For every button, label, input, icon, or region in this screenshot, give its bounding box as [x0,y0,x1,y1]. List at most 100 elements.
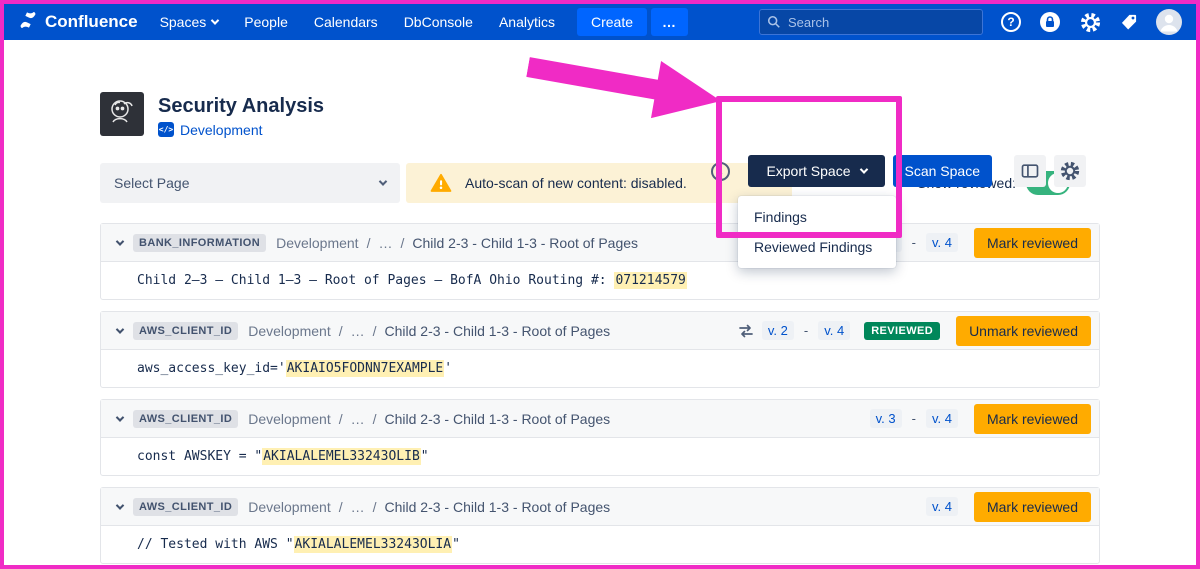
breadcrumb: Development / … / Child 2-3 - Child 1-3 … [248,323,610,339]
space-avatar [100,92,144,141]
version-link-from[interactable]: v. 2 [762,321,794,340]
breadcrumb: Development / … / Child 2-3 - Child 1-3 … [276,235,638,251]
nav-item-spaces[interactable]: Spaces [160,14,219,30]
breadcrumb-page-link[interactable]: Child 2-3 - Child 1-3 - Root of Pages [412,235,638,251]
breadcrumb-space-link[interactable]: Development [276,235,359,251]
code-glyph: </> [159,125,173,134]
breadcrumb-separator: / [367,235,371,251]
info-icon[interactable]: i [711,162,730,181]
page-header: Security Analysis </> Development [100,91,1100,141]
breadcrumb-separator: / [339,323,343,339]
main-content: Security Analysis </> Development i Expo… [4,91,1196,564]
chevron-down-icon [211,16,219,24]
menu-item-reviewed-findings[interactable]: Reviewed Findings [738,232,896,262]
breadcrumb-ellipsis[interactable]: … [351,323,365,339]
breadcrumb-separator: / [400,235,404,251]
sidebar-layout-button[interactable] [1014,155,1046,187]
version-separator: - [804,323,808,338]
mark-reviewed-button[interactable]: Mark reviewed [974,404,1091,434]
space-link[interactable]: Development [180,122,263,138]
version-separator: - [912,235,916,250]
breadcrumb-separator: / [339,411,343,427]
chevron-down-icon[interactable] [116,325,124,333]
confluence-logo[interactable]: Confluence [18,10,138,35]
export-dropdown-menu: Findings Reviewed Findings [738,196,896,268]
space-settings-button[interactable] [1054,155,1086,187]
nav-item-dbconsole[interactable]: DbConsole [404,14,473,30]
version-link-to[interactable]: v. 4 [818,321,850,340]
gear-icon[interactable] [1079,11,1102,34]
breadcrumb-page-link[interactable]: Child 2-3 - Child 1-3 - Root of Pages [385,499,611,515]
breadcrumb-space-link[interactable]: Development [248,411,331,427]
chevron-down-icon[interactable] [116,413,124,421]
breadcrumb-page-link[interactable]: Child 2-3 - Child 1-3 - Root of Pages [385,323,611,339]
export-space-button[interactable]: Export Space [748,155,884,187]
breadcrumb-separator: / [373,323,377,339]
chevron-down-icon[interactable] [116,501,124,509]
version-separator: - [912,411,916,426]
mark-reviewed-button[interactable]: Mark reviewed [974,492,1091,522]
scan-space-button[interactable]: Scan Space [893,155,993,187]
version-link-to[interactable]: v. 4 [926,233,958,252]
nav-item-label: Analytics [499,14,555,30]
finding-card: AWS_CLIENT_ID Development / … / Child 2-… [100,311,1100,388]
findings-list: BANK_INFORMATION Development / … / Child… [100,223,1100,564]
finding-code: Child 2–3 – Child 1–3 – Root of Pages – … [101,262,1099,299]
chevron-down-icon[interactable] [116,237,124,245]
breadcrumb-ellipsis[interactable]: … [351,499,365,515]
unmark-reviewed-button[interactable]: Unmark reviewed [956,316,1091,346]
search-icon [767,15,781,29]
lock-icon[interactable] [1038,10,1062,34]
breadcrumb-space-link[interactable]: Development [248,499,331,515]
more-button[interactable]: … [651,8,688,36]
breadcrumb-page-link[interactable]: Child 2-3 - Child 1-3 - Root of Pages [385,411,611,427]
export-space-label: Export Space [766,163,850,179]
warning-icon [430,173,452,193]
version-link-from[interactable]: v. 3 [870,409,902,428]
code-text: " [421,449,429,464]
finding-code: const AWSKEY = "AKIALALEMEL33243OLIB" [101,438,1099,475]
breadcrumb: Development / … / Child 2-3 - Child 1-3 … [248,499,610,515]
nav-item-label: Spaces [160,14,207,30]
finding-code: // Tested with AWS "AKIALALEMEL33243OLIA… [101,526,1099,563]
tag-icon[interactable] [1119,12,1139,32]
nav-item-people[interactable]: People [244,14,288,30]
mark-reviewed-button[interactable]: Mark reviewed [974,228,1091,258]
brand-name: Confluence [45,12,138,32]
chevron-down-icon [379,177,387,185]
code-text: aws_access_key_id=' [137,361,286,376]
warning-text: Auto-scan of new content: disabled. [465,175,687,191]
code-secret-highlight: AKIALALEMEL33243OLIA [294,536,453,553]
finding-card: AWS_CLIENT_ID Development / … / Child 2-… [100,487,1100,564]
nav-item-label: DbConsole [404,14,473,30]
search-input[interactable] [759,9,983,35]
nav-icon-cluster: ? [1001,9,1182,35]
breadcrumb-ellipsis[interactable]: … [378,235,392,251]
nav-items: Spaces People Calendars DbConsole Analyt… [160,14,555,30]
search-box [759,9,983,35]
nav-item-calendars[interactable]: Calendars [314,14,378,30]
select-page-dropdown[interactable]: Select Page [100,163,400,203]
breadcrumb-space-link[interactable]: Development [248,323,331,339]
breadcrumb-ellipsis[interactable]: … [351,411,365,427]
nav-item-analytics[interactable]: Analytics [499,14,555,30]
menu-item-findings[interactable]: Findings [738,202,896,232]
select-page-label: Select Page [114,175,190,191]
help-icon[interactable]: ? [1001,12,1021,32]
version-link-to[interactable]: v. 4 [926,497,958,516]
version-link-to[interactable]: v. 4 [926,409,958,428]
diff-versions-icon [738,323,754,339]
breadcrumb-separator: / [373,411,377,427]
avatar[interactable] [1156,9,1182,35]
create-button[interactable]: Create [577,8,647,36]
finding-header: BANK_INFORMATION Development / … / Child… [101,224,1099,262]
code-text: // Tested with AWS " [137,537,294,552]
code-text: Child 2–3 – Child 1–3 – Root of Pages – … [137,273,614,288]
finding-type-badge: AWS_CLIENT_ID [133,410,238,428]
code-text: " [452,537,460,552]
code-text: const AWSKEY = " [137,449,262,464]
top-navigation: Confluence Spaces People Calendars DbCon… [4,4,1196,40]
header-actions: i Export Space Scan Space [711,155,1086,187]
reviewed-status-badge: REVIEWED [864,322,940,340]
breadcrumb-separator: / [339,499,343,515]
